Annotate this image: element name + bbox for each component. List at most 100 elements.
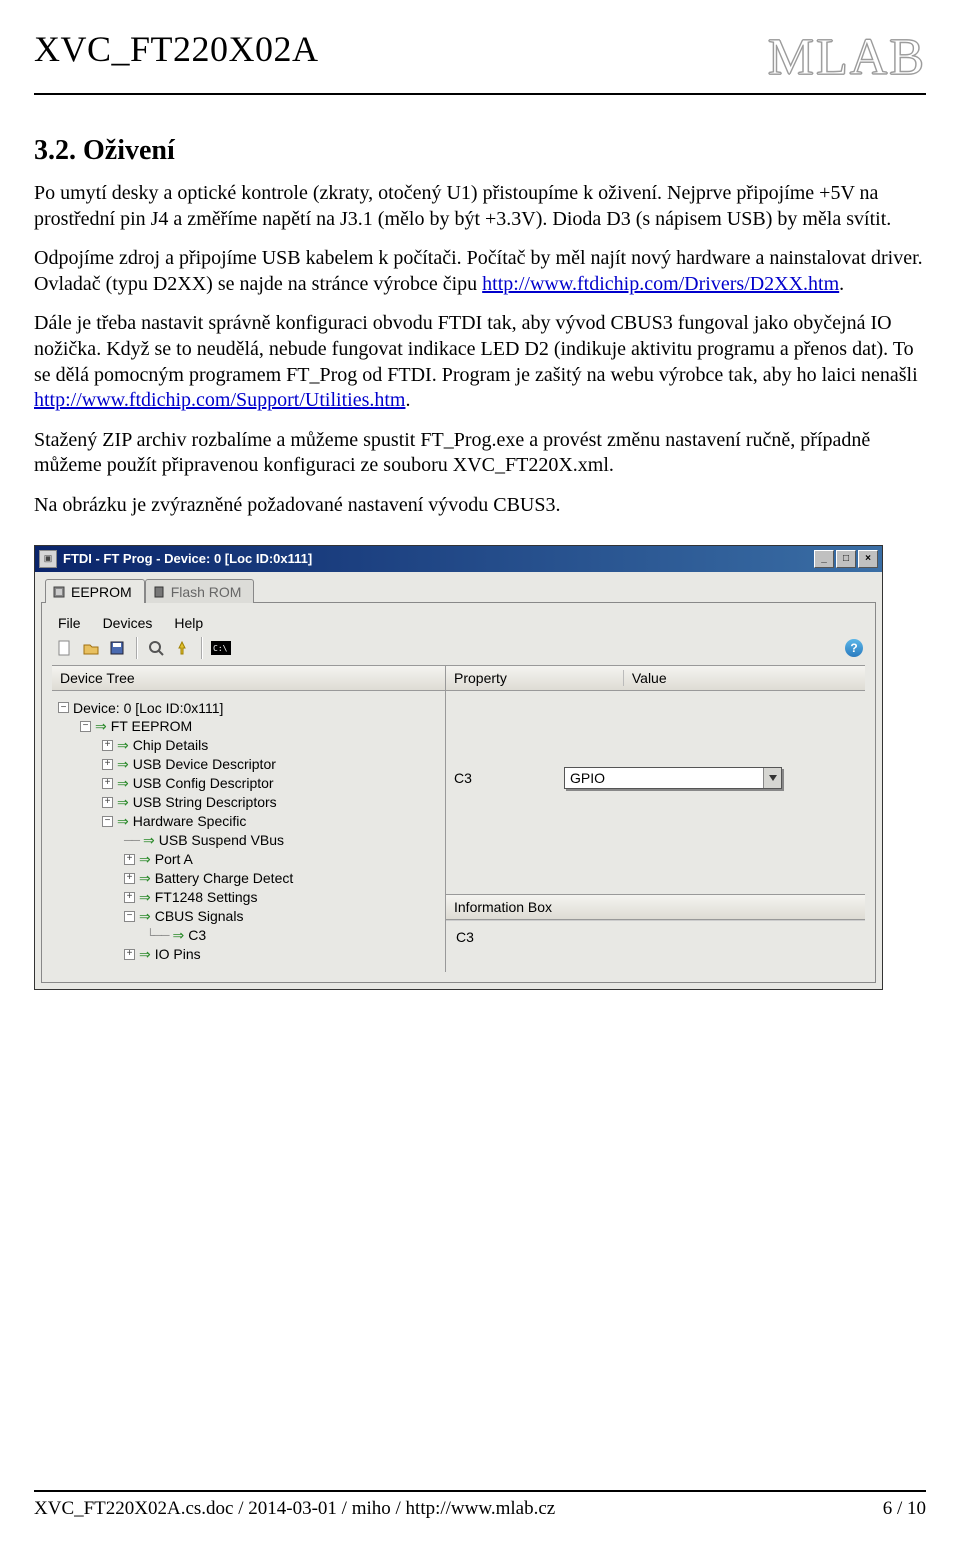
chip-icon <box>52 585 66 599</box>
menu-help[interactable]: Help <box>174 615 203 631</box>
arrow-icon: ⇒ <box>117 794 129 811</box>
outer-pane: EEPROM Flash ROM File Devices Help <box>35 572 882 989</box>
separator <box>201 637 202 659</box>
arrow-icon: ⇒ <box>173 927 185 944</box>
p2-text-after: . <box>839 273 844 295</box>
menu-file[interactable]: File <box>58 615 81 631</box>
collapse-icon[interactable]: − <box>102 816 113 827</box>
collapse-icon[interactable]: − <box>124 911 135 922</box>
link-d2xx[interactable]: http://www.ftdichip.com/Drivers/D2XX.htm <box>482 273 839 295</box>
tree-item-label: Chip Details <box>133 737 208 753</box>
save-button[interactable] <box>106 637 128 659</box>
tree-item-hw[interactable]: −⇒Hardware Specific <box>58 812 439 831</box>
expand-icon[interactable]: + <box>124 854 135 865</box>
tree-item-battery[interactable]: + ⇒Battery Charge Detect <box>58 869 439 888</box>
tree-item-label: Battery Charge Detect <box>155 870 294 886</box>
tree-item-cbus[interactable]: −⇒CBUS Signals <box>58 907 439 926</box>
header-rule <box>34 93 926 95</box>
infobox-body: C3 <box>446 920 865 972</box>
tree-fteeprom[interactable]: −⇒FT EEPROM <box>58 717 439 736</box>
chevron-down-icon[interactable] <box>763 768 781 788</box>
tab-content: File Devices Help C:\ ? Device Tree <box>41 602 876 983</box>
paragraph-3: Dále je třeba nastavit správně konfigura… <box>34 311 926 413</box>
arrow-icon: ⇒ <box>139 908 151 925</box>
leaf-icon: └── <box>146 928 169 942</box>
tree-item-chip[interactable]: + ⇒Chip Details <box>58 736 439 755</box>
menubar: File Devices Help <box>52 611 865 633</box>
property-label: C3 <box>454 770 564 786</box>
separator <box>136 637 137 659</box>
tree-item-porta[interactable]: + ⇒Port A <box>58 850 439 869</box>
tree-root[interactable]: −Device: 0 [Loc ID:0x111] <box>58 699 439 717</box>
device-root-label: Device: 0 [Loc ID:0x111] <box>73 700 223 716</box>
page-header: XVC_FT220X02A MLAB <box>34 28 926 87</box>
toolbar: C:\ ? <box>52 633 865 665</box>
titlebar[interactable]: ▣ FTDI - FT Prog - Device: 0 [Loc ID:0x1… <box>35 546 882 572</box>
tree-item-ft1248[interactable]: +⇒FT1248 Settings <box>58 888 439 907</box>
open-button[interactable] <box>80 637 102 659</box>
help-button[interactable]: ? <box>845 639 863 657</box>
tree-item-usbstr[interactable]: +⇒USB String Descriptors <box>58 793 439 812</box>
value-dropdown[interactable]: GPIO <box>564 767 782 789</box>
menu-devices[interactable]: Devices <box>103 615 153 631</box>
tree-item-iopins[interactable]: +⇒IO Pins <box>58 945 439 964</box>
flash-icon <box>152 585 166 599</box>
p3-text-after: . <box>405 389 410 411</box>
tab-eeprom[interactable]: EEPROM <box>45 579 145 603</box>
expand-icon[interactable]: + <box>124 873 135 884</box>
tab-flashrom[interactable]: Flash ROM <box>145 579 255 603</box>
program-button[interactable] <box>171 637 193 659</box>
collapse-icon[interactable]: − <box>80 721 91 732</box>
arrow-icon: ⇒ <box>117 737 129 754</box>
device-tree[interactable]: −Device: 0 [Loc ID:0x111] −⇒FT EEPROM +⇒… <box>52 691 445 972</box>
expand-icon[interactable]: + <box>124 949 135 960</box>
tree-item-c3[interactable]: └── ⇒C3 <box>58 926 439 945</box>
device-tree-header: Device Tree <box>52 666 445 691</box>
tab-flashrom-label: Flash ROM <box>171 584 242 600</box>
ftprog-window: ▣ FTDI - FT Prog - Device: 0 [Loc ID:0x1… <box>34 545 883 990</box>
new-button[interactable] <box>54 637 76 659</box>
footer-right: 6 / 10 <box>883 1498 926 1520</box>
arrow-icon: ⇒ <box>139 870 151 887</box>
collapse-icon[interactable]: − <box>58 702 69 713</box>
expand-icon[interactable]: + <box>102 759 113 770</box>
cmd-button[interactable]: C:\ <box>210 637 232 659</box>
arrow-icon: ⇒ <box>143 832 155 849</box>
expand-icon[interactable]: + <box>102 778 113 789</box>
tree-item-usbconf[interactable]: +⇒USB Config Descriptor <box>58 774 439 793</box>
footer-left: XVC_FT220X02A.cs.doc / 2014-03-01 / miho… <box>34 1498 555 1520</box>
link-utilities[interactable]: http://www.ftdichip.com/Support/Utilitie… <box>34 389 405 411</box>
tree-item-label: Port A <box>155 851 193 867</box>
device-tree-panel: Device Tree −Device: 0 [Loc ID:0x111] −⇒… <box>52 666 446 972</box>
arrow-icon: ⇒ <box>139 851 151 868</box>
tree-item-label: USB Device Descriptor <box>133 756 276 772</box>
tree-item-usbdev[interactable]: +⇒USB Device Descriptor <box>58 755 439 774</box>
leaf-icon: ── <box>124 833 139 847</box>
infobox-panel: Information Box C3 <box>446 894 865 972</box>
tree-item-label: C3 <box>188 927 206 943</box>
arrow-icon: ⇒ <box>117 813 129 830</box>
tabstrip: EEPROM Flash ROM <box>45 578 876 602</box>
paragraph-1: Po umytí desky a optické kontrole (zkrat… <box>34 181 926 232</box>
minimize-button[interactable]: _ <box>814 550 834 568</box>
section-title-text: Oživení <box>83 135 175 166</box>
expand-icon[interactable]: + <box>102 740 113 751</box>
tree-item-label: CBUS Signals <box>155 908 244 924</box>
fteeprom-label: FT EEPROM <box>111 718 192 734</box>
tree-item-label: Hardware Specific <box>133 813 247 829</box>
maximize-button[interactable]: □ <box>836 550 856 568</box>
expand-icon[interactable]: + <box>102 797 113 808</box>
property-header: Property Value <box>446 666 865 691</box>
close-button[interactable]: × <box>858 550 878 568</box>
section-number: 3.2. <box>34 135 76 166</box>
tree-item-suspend[interactable]: ──⇒USB Suspend VBus <box>58 831 439 850</box>
tree-item-label: FT1248 Settings <box>155 889 258 905</box>
mlab-logo: MLAB <box>768 28 926 87</box>
paragraph-4: Stažený ZIP archiv rozbalíme a můžeme sp… <box>34 428 926 479</box>
page-footer: XVC_FT220X02A.cs.doc / 2014-03-01 / miho… <box>34 1490 926 1520</box>
dropdown-value: GPIO <box>565 770 763 786</box>
app-icon: ▣ <box>39 550 57 568</box>
scan-button[interactable] <box>145 637 167 659</box>
expand-icon[interactable]: + <box>124 892 135 903</box>
arrow-icon: ⇒ <box>117 775 129 792</box>
